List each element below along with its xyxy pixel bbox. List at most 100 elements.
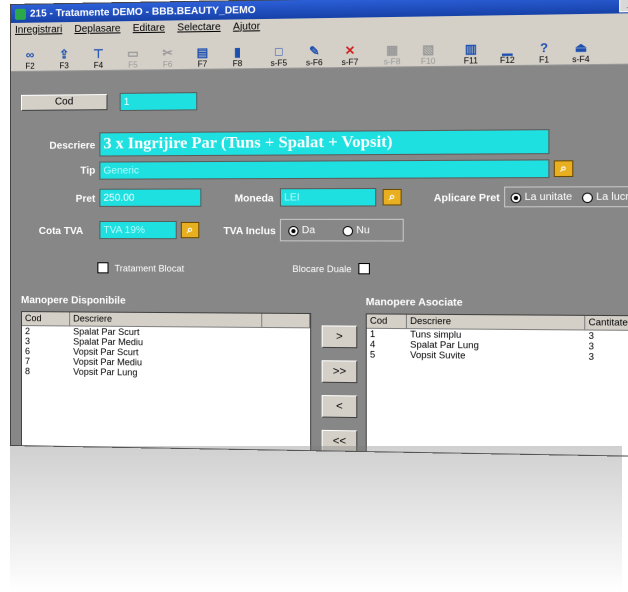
toolbar-button-label: s-F4 — [572, 54, 590, 65]
list-item[interactable]: 8 Vopsit Par Lung — [22, 366, 310, 379]
toolbar-button-help[interactable]: ? F1 — [526, 31, 563, 65]
menu-deplasare[interactable]: Deplasare — [74, 23, 120, 35]
disponibile-list[interactable]: Cod Descriere 2 Spalat Par Scurt 3 Spalat P… — [20, 311, 312, 453]
toolbar-button-export[interactable]: ⇪ F3 — [47, 38, 81, 71]
checkbox-box — [97, 262, 109, 274]
pret-field[interactable]: 250.00 — [99, 188, 202, 207]
cod-button[interactable]: Cod — [20, 94, 108, 111]
chart-icon: ▁ — [502, 41, 513, 56]
toolbar-button-print[interactable]: ▦ s-F8 — [374, 33, 410, 67]
column-header-cantitate[interactable]: Cantitate — [585, 315, 628, 330]
toolbar-button-grid[interactable]: ▥ F11 — [453, 32, 489, 66]
toolbar-button-label: F11 — [463, 56, 478, 66]
toolbar-button-new[interactable]: □ s-F5 — [261, 35, 296, 68]
toolbar-button-label: F1 — [538, 55, 550, 65]
exit-icon: ⏏ — [574, 40, 588, 55]
column-header-descriere[interactable]: Descriere — [406, 314, 586, 330]
remove-selected-button[interactable]: < — [321, 395, 358, 419]
toolbar-button-label: F12 — [499, 55, 515, 66]
add-all-button[interactable]: >> — [321, 360, 358, 384]
toolbar-button-save[interactable]: ▮ F8 — [220, 35, 255, 69]
menu-ajutor[interactable]: Ajutor — [233, 21, 260, 33]
toolbar-button-label: F3 — [59, 61, 69, 71]
column-header-cod[interactable]: Cod — [21, 312, 71, 326]
aplicare-unitate-radio[interactable]: La unitate — [510, 192, 572, 204]
cut-icon: ✂ — [162, 45, 173, 61]
list-cell: 3 — [24, 336, 30, 347]
print-icon: ▦ — [386, 42, 399, 58]
descriere-field[interactable]: 3 x Ingrijire Par (Tuns + Spalat + Vopsi… — [99, 129, 550, 157]
binoculars-icon: ∞ — [25, 47, 35, 62]
copy-icon: ▭ — [127, 46, 139, 61]
moneda-label: Moneda — [234, 193, 274, 205]
app-window: 215 - Tratamente DEMO - BBB.BEAUTY_DEMO … — [10, 0, 628, 458]
asociate-list[interactable]: Cod Descriere Cantitate 1 Tuns simplu 3 4 Sp… — [365, 313, 628, 458]
aplicare-lucrare-label: La lucrare — [596, 191, 628, 204]
toolbar-button-label: F8 — [232, 59, 243, 69]
toolbar-button-filter[interactable]: ⊤ F4 — [81, 37, 115, 70]
toolbar-button-copy[interactable]: ▭ F5 — [116, 37, 151, 70]
checkbox-box — [357, 263, 370, 275]
toolbar-button-edit[interactable]: ✎ s-F6 — [297, 34, 333, 68]
toolbar-button-cut[interactable]: ✂ F6 — [150, 36, 185, 69]
column-header-descriere[interactable]: Descriere — [70, 312, 263, 327]
tva-nu-label: Nu — [356, 225, 370, 237]
menu-editare[interactable]: Editare — [133, 22, 165, 34]
tratament-blocat-checkbox[interactable]: Tratament Blocat — [97, 262, 184, 274]
cota-tva-label: Cota TVA — [38, 226, 84, 238]
moneda-picker-button[interactable]: ⌕ — [382, 188, 402, 206]
toolbar-button-delete[interactable]: ✕ s-F7 — [332, 34, 368, 67]
cota-tva-picker-button[interactable]: ⌕ — [180, 221, 200, 239]
delete-icon: ✕ — [344, 43, 356, 58]
save-icon: ▮ — [233, 44, 241, 60]
aplicare-lucrare-radio[interactable]: La lucrare — [582, 191, 628, 203]
cota-tva-field[interactable]: TVA 19% — [99, 220, 177, 240]
descriere-label: Descriere — [49, 140, 96, 152]
tip-picker-button[interactable]: ⌕ — [553, 160, 574, 178]
list-cell: 6 — [24, 346, 30, 357]
list-cell: Vopsit Suvite — [410, 349, 466, 361]
add-selected-button[interactable]: > — [321, 325, 358, 349]
toolbar-button-label: F10 — [420, 56, 436, 67]
toolbar-button-preview[interactable]: ▧ F10 — [410, 33, 446, 67]
toolbar-button-label: s-F6 — [305, 58, 323, 68]
menu-inregistrari[interactable]: Inregistrari — [15, 24, 62, 36]
toolbar-button-label: s-F7 — [341, 57, 359, 68]
column-header-cod[interactable]: Cod — [366, 314, 407, 329]
menu-selectare[interactable]: Selectare — [177, 21, 220, 33]
toolbar-button-label: F7 — [197, 59, 208, 69]
window-reflection — [10, 446, 622, 592]
form-area: Cod 1 Descriere 3 x Ingrijire Par (Tuns … — [11, 63, 628, 458]
column-header-filler — [262, 313, 311, 328]
tva-da-label: Da — [301, 225, 316, 237]
window-title: 215 - Tratamente DEMO - BBB.BEAUTY_DEMO — [29, 4, 256, 20]
list-cell: 1 — [369, 328, 376, 340]
cod-field[interactable]: 1 — [119, 92, 198, 112]
radio-indicator — [582, 192, 593, 203]
blocare-duale-checkbox[interactable]: Blocare Duale — [292, 263, 375, 275]
list-cell: 3 — [588, 351, 595, 362]
tva-inclus-label: TVA Inclus — [223, 226, 276, 238]
tip-field[interactable]: Generic — [99, 159, 550, 180]
toolbar-button-binoculars[interactable]: ∞ F2 — [13, 38, 47, 71]
tva-da-radio[interactable]: Da — [288, 225, 315, 236]
moneda-field[interactable]: LEI — [279, 187, 377, 207]
radio-indicator — [510, 192, 522, 203]
toolbar-button-paste[interactable]: ▤ F7 — [185, 36, 220, 69]
list-cell: 2 — [24, 326, 30, 337]
help-icon: ? — [540, 40, 548, 56]
tip-label: Tip — [80, 165, 96, 177]
toolbar-button-exit[interactable]: ⏏ s-F4 — [562, 30, 599, 64]
radio-indicator — [342, 225, 354, 236]
grid-icon: ▥ — [464, 41, 477, 57]
minimize-button[interactable]: _ | — [619, 0, 628, 12]
toolbar-button-label: s-F5 — [270, 58, 288, 68]
tva-nu-radio[interactable]: Nu — [342, 225, 370, 237]
asociate-title: Manopere Asociate — [365, 296, 463, 309]
toolbar-button-label: s-F8 — [383, 57, 401, 67]
toolbar-button-chart[interactable]: ▁ F12 — [489, 32, 526, 66]
export-icon: ⇪ — [59, 47, 70, 62]
radio-indicator — [288, 225, 299, 236]
list-item[interactable]: 5 Vopsit Suvite 3 — [367, 349, 628, 362]
new-icon: □ — [275, 44, 283, 59]
